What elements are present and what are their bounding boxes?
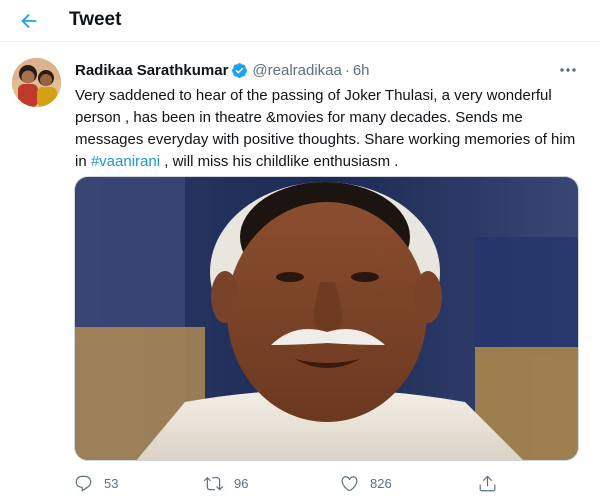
retweet-button[interactable]: 96 [204,470,248,496]
heart-icon [341,475,358,491]
reply-icon [75,475,92,491]
hashtag-link[interactable]: #vaanirani [91,153,160,170]
tweet-timestamp[interactable]: 6h [353,62,370,79]
share-button[interactable] [478,470,497,496]
back-arrow-icon [21,13,37,29]
author-handle[interactable]: @realradikaa [252,62,341,79]
separator-dot: · [344,61,350,79]
more-dots-icon [560,68,576,72]
page-title: Tweet [69,9,122,30]
reply-button[interactable]: 53 [74,470,118,496]
tweet-photo[interactable] [74,176,579,461]
verified-badge-icon [231,62,248,79]
more-options-button[interactable] [556,60,580,80]
retweet-count: 96 [234,475,249,491]
like-button[interactable]: 826 [340,470,392,496]
back-button[interactable] [14,6,44,36]
tweet-actions: 53 96 826 [74,470,579,496]
tweet-text-part-2: , will miss his childlike enthusiasm . [160,153,399,170]
author-row: Radikaa Sarathkumar @realradikaa · 6h [75,60,370,80]
share-icon [479,475,496,491]
author-name[interactable]: Radikaa Sarathkumar [75,62,228,79]
like-count: 826 [370,475,392,491]
avatar[interactable] [12,58,61,107]
reply-count: 53 [104,475,119,491]
tweet-text: Very saddened to hear of the passing of … [75,85,585,173]
retweet-icon [204,476,223,490]
top-header: Tweet [0,0,600,42]
